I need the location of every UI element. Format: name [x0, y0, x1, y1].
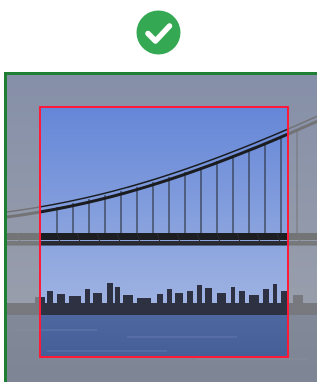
crop-verification-view — [0, 0, 317, 382]
crop-selection-box[interactable] — [39, 106, 289, 358]
check-circle-icon — [136, 10, 181, 55]
image-frame — [4, 72, 317, 382]
